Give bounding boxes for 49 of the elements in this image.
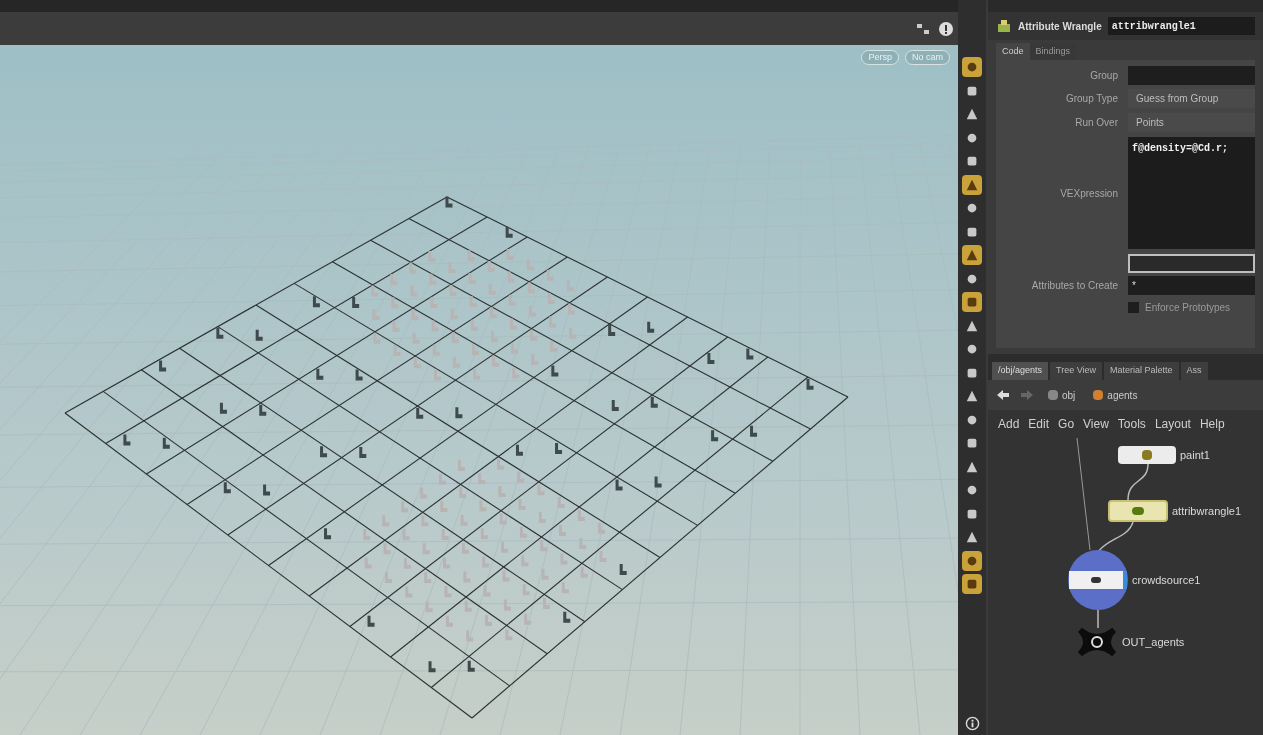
- parameter-label: Group Type: [1064, 91, 1119, 106]
- menu-item[interactable]: Tools: [1117, 415, 1146, 433]
- text-field[interactable]: *: [1128, 275, 1255, 295]
- pane-tab[interactable]: /obj/agents: [992, 362, 1049, 380]
- viewport-tool-icon[interactable]: [962, 245, 982, 265]
- node-type-label: Attribute Wrangle: [1018, 19, 1102, 34]
- node-tile[interactable]: [1108, 500, 1168, 522]
- node-name-field[interactable]: attribwrangle1: [1107, 17, 1255, 35]
- info-icon[interactable]: [964, 716, 980, 731]
- menu-item[interactable]: Add: [998, 415, 1020, 433]
- viewport-tool-icon[interactable]: [962, 550, 982, 571]
- viewport-tool-icon[interactable]: [962, 292, 982, 312]
- viewport-tool-icon[interactable]: [962, 57, 982, 77]
- pane-tab[interactable]: Material Palette: [1104, 362, 1179, 380]
- node-label: OUT_agents: [1122, 634, 1185, 650]
- node-label: paint1: [1180, 447, 1210, 463]
- viewport-tool-icon[interactable]: [962, 174, 982, 195]
- parameter-label: Run Over: [1074, 115, 1119, 130]
- node-tile[interactable]: [1068, 550, 1128, 610]
- path-crumb[interactable]: agents: [1089, 387, 1142, 403]
- menu-item[interactable]: View: [1083, 415, 1109, 433]
- text-field[interactable]: [1128, 65, 1255, 85]
- pane-tab[interactable]: Tree View: [1050, 362, 1103, 380]
- menu-item[interactable]: Go: [1058, 415, 1075, 433]
- null-node-icon[interactable]: [1076, 626, 1118, 658]
- node-label: crowdsource1: [1132, 572, 1201, 588]
- menu-item[interactable]: Layout: [1154, 415, 1191, 433]
- path-crumb[interactable]: obj: [1044, 387, 1080, 403]
- node-label: attribwrangle1: [1172, 503, 1242, 519]
- menu-item[interactable]: Edit: [1028, 415, 1050, 433]
- parameter-label: Group: [1089, 68, 1119, 83]
- dropdown-menu[interactable]: Guess from Group: [1128, 88, 1255, 108]
- parameter-tab[interactable]: Code: [996, 43, 1030, 60]
- node-wire: [1097, 522, 1134, 552]
- code-editor[interactable]: f@density=@Cd.r;: [1128, 137, 1255, 249]
- node-tile[interactable]: [1118, 446, 1176, 464]
- viewport-tool-icon[interactable]: [962, 574, 982, 594]
- wrangle-node-icon: [996, 18, 1012, 34]
- checkbox-label: Enforce Prototypes: [1145, 300, 1231, 315]
- node-wire: [1127, 464, 1150, 500]
- checkbox[interactable]: [1128, 301, 1139, 313]
- pane-tab[interactable]: Ass: [1180, 362, 1208, 380]
- back-arrow-icon[interactable]: [996, 389, 1010, 401]
- dropdown-menu[interactable]: Points: [1128, 112, 1255, 132]
- parameter-label: VEXpression: [1059, 186, 1119, 201]
- node-wire: [1097, 610, 1099, 628]
- menu-item[interactable]: Help: [1199, 415, 1225, 433]
- parameter-label: Attributes to Create: [1030, 278, 1119, 293]
- text-field[interactable]: [1128, 253, 1255, 273]
